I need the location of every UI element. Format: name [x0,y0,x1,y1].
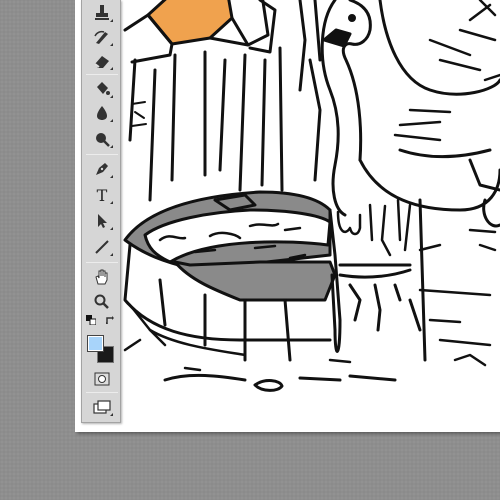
toolbar-divider [86,262,118,263]
path-selection-tool-icon[interactable] [90,210,114,232]
zoom-tool-icon[interactable] [90,291,114,313]
paint-bucket-tool-icon[interactable] [90,78,114,100]
artwork [123,0,500,392]
swap-colors-icon[interactable] [104,314,116,326]
hand-tool-icon[interactable] [90,266,114,288]
screen-mode-icon[interactable] [90,396,114,418]
type-tool-glyph: T [96,185,108,205]
toolbar-divider [86,392,118,393]
default-colors-icon[interactable] [85,314,97,326]
type-tool-icon[interactable]: T [90,184,114,206]
toolbar-divider [86,74,118,75]
stamp-tool-icon[interactable] [90,2,114,24]
eraser-tool-icon[interactable] [90,50,114,72]
blur-tool-icon[interactable] [90,102,114,124]
pen-tool-icon[interactable] [90,158,114,180]
foreground-color-swatch[interactable] [87,335,104,352]
toolbar-divider [86,154,118,155]
history-brush-tool-icon[interactable] [90,26,114,48]
line-tool-icon[interactable] [90,236,114,258]
document-canvas[interactable] [75,0,500,432]
tools-panel: T [81,0,121,423]
dodge-tool-icon[interactable] [90,128,114,150]
quick-mask-icon[interactable] [90,368,114,390]
filled-hexagon [146,0,234,46]
